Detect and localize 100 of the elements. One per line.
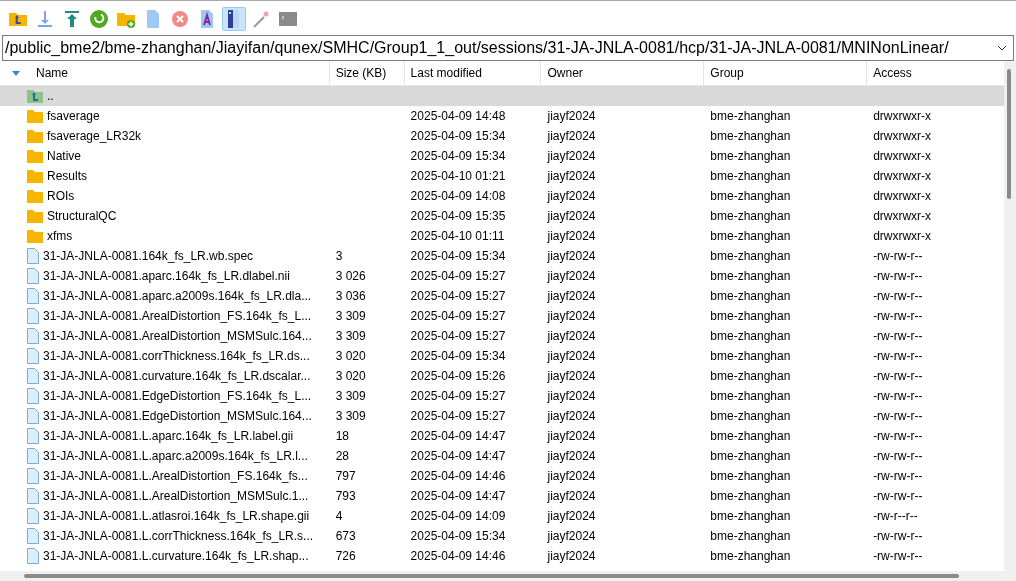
table-cell: bme-zhanghan bbox=[710, 269, 791, 283]
table-cell: drwxrwxr-x bbox=[873, 169, 932, 183]
file-row[interactable]: 31-JA-JNLA-0081.L.ArealDistortion_MSMSulc.1... 793 2025-04-09 14:47 jiayf2024 bme-zhanghan -rw-rw-r-- bbox=[0, 486, 1004, 506]
folder-icon bbox=[27, 189, 43, 203]
column-header[interactable]: Size (KB) bbox=[329, 61, 405, 85]
column-header[interactable]: Access bbox=[867, 61, 1004, 85]
folder-icon bbox=[27, 109, 43, 123]
scrollbar-thumb[interactable] bbox=[1007, 69, 1011, 199]
file-name: 31-JA-JNLA-0081.L.atlasroi.164k_fs_LR.shape.gii bbox=[43, 509, 310, 523]
table-cell: 2025-04-09 15:27 bbox=[410, 289, 506, 303]
table-cell: bme-zhanghan bbox=[710, 529, 791, 543]
toolbar-button[interactable] bbox=[222, 6, 246, 31]
file-row[interactable]: 31-JA-JNLA-0081.aparc.164k_fs_LR.dlabel.nii 3 026 2025-04-09 15:27 jiayf2024 bme-zhanghan -rw-rw-r-- bbox=[0, 266, 1004, 286]
file-row[interactable]: 31-JA-JNLA-0081.EdgeDistortion_MSMSulc.164... 3 309 2025-04-09 15:27 jiayf2024 bme-zhanghan -rw-rw-r-- bbox=[0, 406, 1004, 426]
file-name: Native bbox=[47, 149, 81, 163]
file-row[interactable]: 31-JA-JNLA-0081.L.curvature.164k_fs_LR.shap... 726 2025-04-09 14:46 jiayf2024 bme-zhanghan -rw-rw-r-- bbox=[0, 546, 1004, 566]
table-cell: 3 309 bbox=[335, 329, 366, 343]
table-cell: 2025-04-09 14:09 bbox=[410, 509, 506, 523]
path-field[interactable]: /public_bme2/bme-zhanghan/Jiayifan/qunex/SMHC/Group1_1_out/sessions/31-JA-JNLA-0081/hcp/31-JA-JNLA-0081/MNINonLinear/ bbox=[2, 35, 1014, 61]
table-cell: jiayf2024 bbox=[547, 409, 596, 423]
file-row[interactable]: 31-JA-JNLA-0081.ArealDistortion_MSMSulc.164... 3 309 2025-04-09 15:27 jiayf2024 bme-zhanghan -rw-rw-r-- bbox=[0, 326, 1004, 346]
file-row[interactable]: StructuralQC 2025-04-09 15:35 jiayf2024 bme-zhanghan drwxrwxr-x bbox=[0, 206, 1004, 226]
table-cell: 2025-04-09 14:46 bbox=[410, 549, 506, 563]
table-cell: 2025-04-09 15:26 bbox=[410, 369, 506, 383]
table-cell: jiayf2024 bbox=[547, 209, 596, 223]
table-cell: jiayf2024 bbox=[547, 289, 596, 303]
table-cell: bme-zhanghan bbox=[710, 189, 791, 203]
file-name: 31-JA-JNLA-0081.L.aparc.164k_fs_LR.label.gii bbox=[43, 429, 294, 443]
file-row[interactable]: 31-JA-JNLA-0081.EdgeDistortion_FS.164k_fs_L... 3 309 2025-04-09 15:27 jiayf2024 bme-zhanghan -rw-rw-r-- bbox=[0, 386, 1004, 406]
column-header[interactable]: Last modified bbox=[404, 61, 542, 85]
file-name: 31-JA-JNLA-0081.EdgeDistortion_MSMSulc.164... bbox=[43, 409, 312, 423]
table-cell: jiayf2024 bbox=[547, 469, 596, 483]
table-cell: -rw-r--r-- bbox=[873, 509, 918, 523]
table-cell: bme-zhanghan bbox=[710, 509, 791, 523]
file-row[interactable]: 31-JA-JNLA-0081.corrThickness.164k_fs_LR.ds... 3 020 2025-04-09 15:34 jiayf2024 bme-zhanghan -rw-rw-r-- bbox=[0, 346, 1004, 366]
file-row[interactable]: Native 2025-04-09 15:34 jiayf2024 bme-zhanghan drwxrwxr-x bbox=[0, 146, 1004, 166]
table-cell: 2025-04-09 15:27 bbox=[410, 329, 506, 343]
table-cell: bme-zhanghan bbox=[710, 149, 791, 163]
table-cell: 2025-04-09 15:35 bbox=[410, 209, 506, 223]
table-cell: -rw-rw-r-- bbox=[873, 469, 923, 483]
folder-icon bbox=[27, 169, 43, 183]
table-cell: jiayf2024 bbox=[547, 329, 596, 343]
file-row[interactable]: 31-JA-JNLA-0081.L.atlasroi.164k_fs_LR.shape.gii 4 2025-04-09 14:09 jiayf2024 bme-zhanghan -rw-r--r-- bbox=[0, 506, 1004, 526]
file-icon bbox=[27, 408, 39, 424]
table-cell: bme-zhanghan bbox=[710, 209, 791, 223]
file-row[interactable]: 31-JA-JNLA-0081.L.corrThickness.164k_fs_LR.s... 673 2025-04-09 15:34 jiayf2024 bme-zhanghan -rw-rw-r-- bbox=[0, 526, 1004, 546]
file-name: 31-JA-JNLA-0081.164k_fs_LR.wb.spec bbox=[43, 249, 254, 263]
table-cell: bme-zhanghan bbox=[710, 549, 791, 563]
file-name: 31-JA-JNLA-0081.L.aparc.a2009s.164k_fs_LR.l... bbox=[43, 449, 308, 463]
file-row[interactable]: 31-JA-JNLA-0081.curvature.164k_fs_LR.dscalar... 3 020 2025-04-09 15:26 jiayf2024 bme-zhanghan -rw-rw-r-- bbox=[0, 366, 1004, 386]
file-row[interactable]: 31-JA-JNLA-0081.L.aparc.a2009s.164k_fs_LR.l... 28 2025-04-09 14:47 jiayf2024 bme-zhanghan -rw-rw-r-- bbox=[0, 446, 1004, 466]
file-icon bbox=[27, 528, 39, 544]
table-cell: 3 026 bbox=[335, 269, 366, 283]
file-row[interactable]: 31-JA-JNLA-0081.L.aparc.164k_fs_LR.label.gii 18 2025-04-09 14:47 jiayf2024 bme-zhanghan -rw-rw-r-- bbox=[0, 426, 1004, 446]
table-cell: 3 309 bbox=[335, 409, 366, 423]
file-name: fsaverage bbox=[47, 109, 100, 123]
file-row[interactable]: Results 2025-04-10 01:21 jiayf2024 bme-zhanghan drwxrwxr-x bbox=[0, 166, 1004, 186]
file-icon bbox=[27, 248, 39, 264]
column-header[interactable]: Name bbox=[0, 61, 330, 85]
table-cell: bme-zhanghan bbox=[710, 489, 791, 503]
table-cell: 2025-04-09 15:34 bbox=[410, 149, 506, 163]
table-cell: jiayf2024 bbox=[547, 149, 596, 163]
scrollbar-thumb[interactable] bbox=[24, 574, 959, 578]
file-row[interactable]: 31-JA-JNLA-0081.164k_fs_LR.wb.spec 3 2025-04-09 15:34 jiayf2024 bme-zhanghan -rw-rw-r-- bbox=[0, 246, 1004, 266]
table-cell: -rw-rw-r-- bbox=[873, 389, 923, 403]
column-header[interactable]: Group bbox=[704, 61, 868, 85]
file-row[interactable]: ROIs 2025-04-09 14:08 jiayf2024 bme-zhanghan drwxrwxr-x bbox=[0, 186, 1004, 206]
file-row[interactable]: fsaverage 2025-04-09 14:48 jiayf2024 bme-zhanghan drwxrwxr-x bbox=[0, 106, 1004, 126]
file-row[interactable]: 31-JA-JNLA-0081.ArealDistortion_FS.164k_fs_L... 3 309 2025-04-09 15:27 jiayf2024 bme-zhanghan -rw-rw-r-- bbox=[0, 306, 1004, 326]
table-cell: 28 bbox=[335, 449, 350, 463]
table-cell: 18 bbox=[335, 429, 350, 443]
column-header[interactable]: Owner bbox=[541, 61, 705, 85]
file-row[interactable]: 31-JA-JNLA-0081.aparc.a2009s.164k_fs_LR.dla... 3 036 2025-04-09 15:27 jiayf2024 bme-zhanghan -rw-rw-r-- bbox=[0, 286, 1004, 306]
table-cell: 2025-04-09 15:27 bbox=[410, 409, 506, 423]
table-cell: bme-zhanghan bbox=[710, 449, 791, 463]
file-row[interactable]: fsaverage_LR32k 2025-04-09 15:34 jiayf2024 bme-zhanghan drwxrwxr-x bbox=[0, 126, 1004, 146]
table-cell: bme-zhanghan bbox=[710, 109, 791, 123]
file-icon bbox=[27, 548, 39, 564]
table-cell: 3 309 bbox=[335, 389, 366, 403]
table-cell: 673 bbox=[335, 529, 356, 543]
caret-icon bbox=[997, 45, 1007, 51]
file-row[interactable]: .. bbox=[0, 86, 1004, 106]
table-cell: -rw-rw-r-- bbox=[873, 449, 923, 463]
table-cell: bme-zhanghan bbox=[710, 349, 791, 363]
column-label: Group bbox=[710, 66, 744, 80]
table-cell: 726 bbox=[335, 549, 356, 563]
file-row[interactable]: xfms 2025-04-10 01:11 jiayf2024 bme-zhanghan drwxrwxr-x bbox=[0, 226, 1004, 246]
table-cell: -rw-rw-r-- bbox=[873, 549, 923, 563]
table-cell: 2025-04-09 15:34 bbox=[410, 349, 506, 363]
file-name: 31-JA-JNLA-0081.EdgeDistortion_FS.164k_fs_L... bbox=[43, 389, 312, 403]
table-cell: -rw-rw-r-- bbox=[873, 369, 923, 383]
column-label: Name bbox=[36, 66, 68, 80]
table-cell: bme-zhanghan bbox=[710, 429, 791, 443]
table-cell: 2025-04-09 15:27 bbox=[410, 389, 506, 403]
table-cell: 2025-04-09 14:48 bbox=[410, 109, 506, 123]
table-cell: 2025-04-10 01:21 bbox=[410, 169, 506, 183]
file-icon bbox=[27, 428, 39, 444]
file-row[interactable]: 31-JA-JNLA-0081.L.ArealDistortion_FS.164k_fs... 797 2025-04-09 14:46 jiayf2024 bme-zhanghan -rw-rw-r-- bbox=[0, 466, 1004, 486]
file-name: 31-JA-JNLA-0081.aparc.a2009s.164k_fs_LR.dla... bbox=[43, 289, 312, 303]
delete-icon bbox=[170, 8, 190, 29]
